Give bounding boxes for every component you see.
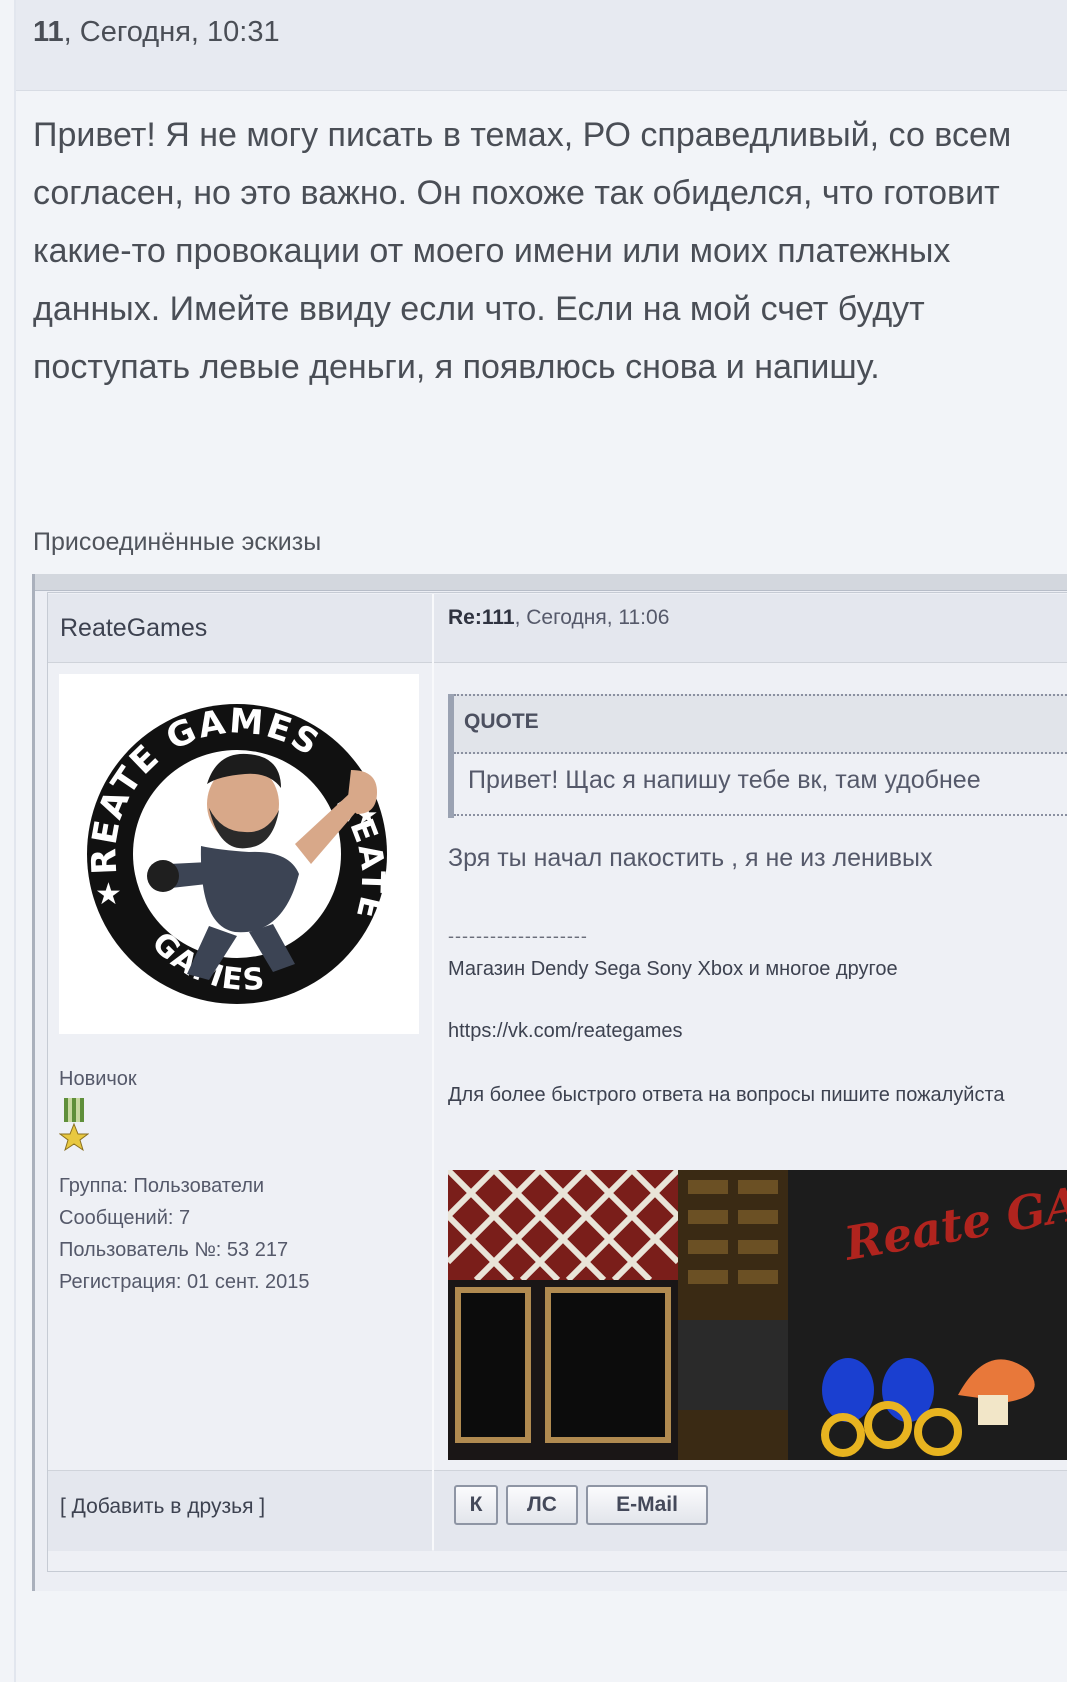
avatar: REATE GAMES REATE GAMES ★ ★ [59,674,419,1034]
username: ReateGames [60,614,208,642]
quote-label: QUOTE [464,710,539,733]
quote-bottom-rule [454,814,1067,816]
author-header: ReateGames [48,594,434,663]
reply-header: Re:111, Сегодня, 11:06 [434,594,1067,663]
reply-time: , Сегодня, 11:06 [514,606,670,629]
stat-messages: Сообщений: 7 [59,1207,191,1229]
reply-text: Зря ты начал пакостить , я не из ленивых [448,844,933,872]
post-body: Привет! Я не могу писать в темах, РО спр… [33,116,1012,386]
signature-link[interactable]: https://vk.com/reategames [448,1020,683,1043]
signature-banner[interactable]: Reate GAMES [448,1170,1067,1460]
post-timestamp: , Сегодня, 10:31 [63,16,280,48]
quote-text: Привет! Щас я напишу тебе вк, там удобне… [468,766,981,794]
post-meta: 11, Сегодня, 10:31 [33,16,280,49]
avatar-logo-icon: REATE GAMES REATE GAMES ★ ★ [84,701,390,1004]
screenshot-topbar [35,574,1067,591]
pm-button[interactable]: ЛС [506,1485,578,1525]
user-stats: Группа: Пользователи Сообщений: 7 Пользо… [59,1170,310,1298]
email-button[interactable]: E-Mail [586,1485,708,1525]
banner-image-icon: Reate GAMES [448,1170,1067,1460]
signature-divider: -------------------- [448,926,588,946]
reply-title: Re:111 [448,606,515,629]
attached-screenshot[interactable]: ReateGames Re:111, Сегодня, 11:06 REATE … [32,574,1067,1591]
left-rule [14,0,16,1682]
column-divider [432,594,434,1550]
signature-note: Для более быстрого ответа на вопросы пиш… [448,1084,1005,1106]
post-number[interactable]: 11 [33,16,64,48]
quote-box: QUOTE Привет! Щас я напишу тебе вк, там … [448,694,1067,818]
reply-meta: Re:111, Сегодня, 11:06 [448,606,669,630]
signature-shop: Магазин Dendy Sega Sony Xbox и многое др… [448,958,898,980]
author-footer: [ Добавить в друзья ] [48,1470,432,1551]
attachments-label: Присоединённые эскизы [33,528,322,556]
stat-group: Группа: Пользователи [59,1175,265,1197]
stat-user-number: Пользователь №: 53 217 [59,1239,289,1261]
stat-registration: Регистрация: 01 сент. 2015 [59,1271,310,1293]
reply-footer: К ЛС E-Mail [434,1470,1067,1551]
medal-icon [58,1096,90,1152]
quote-header: QUOTE [454,694,1067,754]
user-rank: Новичок [59,1068,137,1090]
svg-text:★: ★ [95,878,122,911]
k-button[interactable]: К [454,1485,498,1525]
add-friend-link[interactable]: [ Добавить в друзья ] [60,1495,265,1519]
post-header: 11, Сегодня, 10:31 [16,0,1067,91]
